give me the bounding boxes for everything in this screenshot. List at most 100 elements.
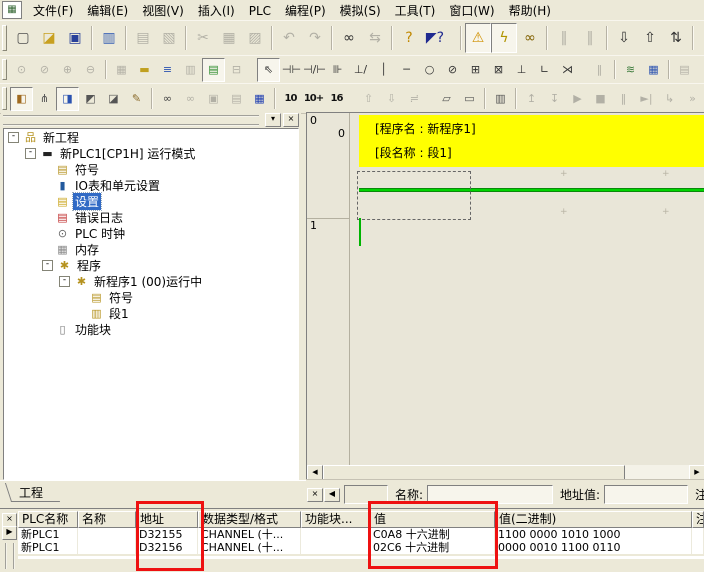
- watch-cell[interactable]: [78, 541, 136, 554]
- toggle-cross-reference-window-button[interactable]: ◩: [79, 87, 102, 111]
- watch-cell[interactable]: C0A8 十六进制: [370, 528, 495, 541]
- watch-close-button[interactable]: ×: [2, 513, 17, 527]
- tree-item[interactable]: ▤符号: [4, 289, 298, 305]
- menu-item[interactable]: 插入(I): [191, 2, 242, 20]
- transfer-to-plc-button[interactable]: ⇩: [611, 23, 637, 53]
- new-or-closed-contact-button[interactable]: ⊥/: [349, 58, 372, 82]
- force-on-button[interactable]: ↥: [520, 87, 543, 111]
- window-dock-button[interactable]: ▭: [458, 87, 481, 111]
- delete-segment-button[interactable]: ⋊: [556, 58, 579, 82]
- tree-expander-icon[interactable]: -: [42, 260, 53, 271]
- tree-expander-icon[interactable]: -: [59, 276, 70, 287]
- show-properties-button[interactable]: ✎: [125, 87, 148, 111]
- new-vertical-button[interactable]: │: [372, 58, 395, 82]
- new-rising-instruction-button[interactable]: ⊥: [510, 58, 533, 82]
- tree-item[interactable]: -▬新PLC1[CP1H] 运行模式: [4, 145, 298, 161]
- zoom-normal-button[interactable]: ⊙: [10, 58, 33, 82]
- menu-item[interactable]: 视图(V): [135, 2, 191, 20]
- watch-cell[interactable]: CHANNEL (十...: [198, 528, 301, 541]
- help-button[interactable]: ?: [396, 23, 422, 53]
- menu-item[interactable]: 帮助(H): [502, 2, 558, 20]
- sim-stop-button[interactable]: ■: [589, 87, 612, 111]
- watch-cell[interactable]: CHANNEL (十...: [198, 541, 301, 554]
- work-online-simulator-button[interactable]: ϟ: [491, 23, 517, 53]
- toolbar-gripper[interactable]: [2, 25, 7, 51]
- pause-button[interactable]: ‖: [577, 23, 603, 53]
- partial-transfer-to-plc-button[interactable]: ⇧: [357, 87, 380, 111]
- new-file-button[interactable]: ▢: [10, 23, 36, 53]
- online-simulator-button[interactable]: ∞: [517, 23, 543, 53]
- ladder-editor[interactable]: 0 0 1 [程序名 : 新程序1] [段名称 : 段1] + + + +: [306, 112, 704, 466]
- sim-step-in-button[interactable]: ↳: [658, 87, 681, 111]
- print-preview-button[interactable]: ▧: [156, 23, 182, 53]
- new-coil-button[interactable]: ○: [418, 58, 441, 82]
- toolbar-gripper[interactable]: [2, 59, 7, 80]
- force-decimal-button[interactable]: 10+: [302, 87, 325, 111]
- tree-item[interactable]: -✱程序: [4, 257, 298, 273]
- paste-button[interactable]: ▨: [242, 23, 268, 53]
- app-icon[interactable]: ▦: [2, 1, 22, 19]
- tab-project[interactable]: 工程: [5, 483, 60, 502]
- new-horizontal-button[interactable]: ─: [395, 58, 418, 82]
- tree-item[interactable]: ▥段1: [4, 305, 298, 321]
- tree-item[interactable]: ▤符号: [4, 161, 298, 177]
- tree-item[interactable]: ▮IO表和单元设置: [4, 177, 298, 193]
- differential-monitor-button[interactable]: ‖: [588, 58, 611, 82]
- menu-item[interactable]: PLC: [242, 2, 278, 20]
- cut-button[interactable]: ✂: [190, 23, 216, 53]
- watch-cell[interactable]: 02C6 十六进制: [370, 541, 495, 554]
- watch-column-header[interactable]: PLC名称: [18, 511, 78, 528]
- time-chart-monitor-button[interactable]: ▦: [642, 58, 665, 82]
- watch-cell[interactable]: D32155: [136, 528, 198, 541]
- watch-cell[interactable]: [692, 541, 704, 554]
- toggle-project-window-button[interactable]: ◧: [10, 87, 33, 111]
- fieldbar-left-button[interactable]: ◀: [324, 488, 340, 502]
- watch-column-header[interactable]: 数据类型/格式: [198, 511, 301, 528]
- show-rung-comment-button[interactable]: ▬: [133, 58, 156, 82]
- transfer-from-plc-button[interactable]: ⇧: [637, 23, 663, 53]
- comment-edit-button[interactable]: ▤: [673, 58, 696, 82]
- rung1-margin-cell[interactable]: 1: [307, 218, 350, 466]
- new-contact-button[interactable]: ⊣⊢: [280, 58, 303, 82]
- watch-cell[interactable]: [301, 528, 370, 541]
- tree-expander-icon[interactable]: -: [8, 132, 19, 143]
- window-float-button[interactable]: ▱: [435, 87, 458, 111]
- watch-cell[interactable]: [692, 528, 704, 541]
- watch-gripper[interactable]: [5, 543, 15, 569]
- new-inverted-instruction-button[interactable]: ⊠: [487, 58, 510, 82]
- tree-item[interactable]: ▦内存: [4, 241, 298, 257]
- menu-item[interactable]: 编程(P): [278, 2, 333, 20]
- fieldbar-close-button[interactable]: ×: [307, 488, 323, 502]
- watch-cell[interactable]: 0000 0010 1100 0110: [495, 541, 692, 554]
- io-comment-view-button[interactable]: ▦: [248, 87, 271, 111]
- menu-item[interactable]: 模拟(S): [333, 2, 388, 20]
- watch-cell[interactable]: 新PLC1: [18, 528, 78, 541]
- force-cancel-button[interactable]: ↧: [543, 87, 566, 111]
- replace-button[interactable]: ⇆: [362, 23, 388, 53]
- io-multiple-view-button[interactable]: ∞: [179, 87, 202, 111]
- watch-column-header[interactable]: 名称: [78, 511, 136, 528]
- tree-item[interactable]: -品新工程: [4, 129, 298, 145]
- menu-item[interactable]: 工具(T): [388, 2, 443, 20]
- rung0-margin-cell[interactable]: 0 0: [307, 113, 350, 219]
- program-assignment-1-button[interactable]: ✱: [697, 23, 704, 53]
- panel-dropdown-button[interactable]: ▾: [265, 113, 281, 127]
- watch-expand-button[interactable]: ▶: [2, 526, 17, 540]
- watch-cell[interactable]: [78, 528, 136, 541]
- change-plc-model-button[interactable]: ▥: [96, 23, 122, 53]
- section-banner[interactable]: [程序名 : 新程序1] [段名称 : 段1]: [359, 115, 704, 167]
- show-grid-button[interactable]: ▦: [110, 58, 133, 82]
- tree-item[interactable]: ▯功能块: [4, 321, 298, 337]
- select-mode-button[interactable]: ⇖: [257, 58, 280, 82]
- view-symbols-button[interactable]: ▤: [202, 58, 225, 82]
- toggle-watch-window-button[interactable]: ◨: [56, 87, 79, 111]
- cross-reference-report-button[interactable]: ∞: [156, 87, 179, 111]
- toolbar-gripper[interactable]: [2, 87, 7, 109]
- mnemonic-view-button[interactable]: ▤: [225, 87, 248, 111]
- tree-item[interactable]: ▤错误日志: [4, 209, 298, 225]
- sim-pause-button[interactable]: ‖: [612, 87, 635, 111]
- save-button[interactable]: ▣: [62, 23, 88, 53]
- show-address-reference-button[interactable]: ⊟: [225, 58, 248, 82]
- panel-gripper[interactable]: ▾ ×: [1, 113, 301, 127]
- ladder-horizontal-scrollbar[interactable]: ◀ ▶: [306, 465, 704, 479]
